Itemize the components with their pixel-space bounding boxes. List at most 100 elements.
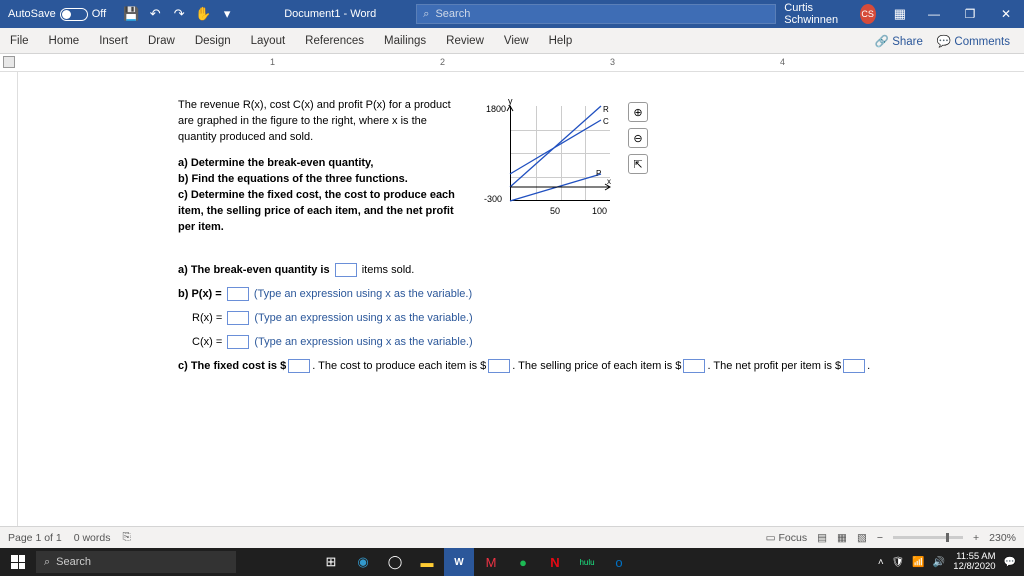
- tab-layout[interactable]: Layout: [241, 28, 296, 53]
- horizontal-ruler[interactable]: 1 2 3 4: [0, 54, 1024, 72]
- edge-icon[interactable]: ◉: [348, 548, 378, 576]
- redo-icon[interactable]: ↷: [172, 7, 186, 21]
- notifications-icon[interactable]: 💬: [1004, 557, 1016, 568]
- windows-icon: [11, 555, 25, 569]
- input-prod[interactable]: [488, 359, 510, 373]
- popout-icon[interactable]: ⇱: [628, 154, 648, 174]
- quick-access: 💾 ↶ ↷ ✋ ▾: [114, 7, 244, 21]
- input-break-even[interactable]: [335, 263, 357, 277]
- minimize-button[interactable]: ―: [916, 0, 952, 28]
- document-area: The revenue R(x), cost C(x) and profit P…: [0, 72, 1024, 542]
- zoom-out-btn[interactable]: −: [877, 532, 883, 544]
- input-sell[interactable]: [683, 359, 705, 373]
- series-c-label: C: [603, 117, 609, 126]
- zoom-level[interactable]: 230%: [989, 532, 1016, 544]
- focus-mode[interactable]: ▭ Focus: [766, 532, 807, 544]
- chart-svg: R C P x: [510, 106, 610, 201]
- spotify-icon[interactable]: ●: [508, 548, 538, 576]
- tab-mailings[interactable]: Mailings: [374, 28, 436, 53]
- security-icon[interactable]: 🛡: [892, 557, 905, 568]
- chart-tools: ⊕ ⊖ ⇱: [628, 98, 648, 174]
- zoom-in-icon[interactable]: ⊕: [628, 102, 648, 122]
- autosave-label: AutoSave: [8, 8, 56, 20]
- wifi-icon[interactable]: 📶: [912, 557, 924, 568]
- zoom-slider[interactable]: [893, 536, 963, 539]
- save-icon[interactable]: 💾: [124, 7, 138, 21]
- ruler-tick: 2: [440, 57, 445, 67]
- undo-icon[interactable]: ↶: [148, 7, 162, 21]
- web-layout-icon[interactable]: ▧: [857, 532, 867, 544]
- hulu-icon[interactable]: hulu: [572, 548, 602, 576]
- x-axis-label: x: [607, 177, 611, 186]
- close-button[interactable]: ✕: [988, 0, 1024, 28]
- tab-draw[interactable]: Draw: [138, 28, 185, 53]
- tab-references[interactable]: References: [295, 28, 374, 53]
- ruler-tick: 4: [780, 57, 785, 67]
- tray-chevron-icon[interactable]: ˄: [878, 557, 884, 568]
- tab-insert[interactable]: Insert: [89, 28, 138, 53]
- ruler-handle-icon[interactable]: [3, 56, 15, 68]
- ribbon-display-icon[interactable]: ▦: [894, 7, 906, 21]
- titlebar: AutoSave Off 💾 ↶ ↷ ✋ ▾ Document1 - Word …: [0, 0, 1024, 28]
- ruler-tick: 1: [270, 57, 275, 67]
- tab-file[interactable]: File: [0, 28, 39, 53]
- vertical-ruler[interactable]: [0, 72, 18, 542]
- input-fixed[interactable]: [288, 359, 310, 373]
- autosave-toggle[interactable]: AutoSave Off: [0, 8, 114, 21]
- gmail-icon[interactable]: M: [476, 548, 506, 576]
- word-count[interactable]: 0 words: [74, 532, 111, 544]
- series-p-label: P: [596, 169, 601, 178]
- proofing-icon[interactable]: ⎘: [122, 531, 130, 544]
- more-icon[interactable]: ▾: [220, 7, 234, 21]
- comments-button[interactable]: 💬 Comments: [937, 34, 1010, 48]
- tab-help[interactable]: Help: [539, 28, 583, 53]
- word-icon[interactable]: W: [444, 548, 474, 576]
- chart: y 1800 -300: [480, 98, 620, 218]
- tab-design[interactable]: Design: [185, 28, 241, 53]
- volume-icon[interactable]: 🔊: [933, 557, 945, 568]
- status-bar: Page 1 of 1 0 words ⎘ ▭ Focus ▤ ▦ ▧ − + …: [0, 526, 1024, 548]
- xtick-100: 100: [592, 206, 607, 216]
- share-button[interactable]: 🔗 Share: [875, 34, 923, 48]
- input-cx[interactable]: [227, 335, 249, 349]
- input-rx[interactable]: [227, 311, 249, 325]
- search-box[interactable]: ⌕ Search: [416, 4, 776, 24]
- xtick-50: 50: [550, 206, 560, 216]
- taskbar-search[interactable]: ⌕Search: [36, 551, 236, 573]
- search-icon: ⌕: [44, 556, 50, 569]
- input-px[interactable]: [227, 287, 249, 301]
- zoom-in-btn[interactable]: +: [973, 532, 979, 544]
- tab-home[interactable]: Home: [39, 28, 90, 53]
- touch-icon[interactable]: ✋: [196, 7, 210, 21]
- user-account[interactable]: Curtis Schwinnen CS: [776, 2, 883, 26]
- y-axis-label: y: [508, 96, 513, 106]
- ribbon-tabs: File Home Insert Draw Design Layout Refe…: [0, 28, 1024, 54]
- avatar: CS: [860, 4, 876, 24]
- tab-review[interactable]: Review: [436, 28, 494, 53]
- tab-view[interactable]: View: [494, 28, 539, 53]
- input-net[interactable]: [843, 359, 865, 373]
- answers-block: a) The break-even quantity is items sold…: [178, 258, 1024, 379]
- explorer-icon[interactable]: ▬: [412, 548, 442, 576]
- problem-text: The revenue R(x), cost C(x) and profit P…: [178, 98, 468, 236]
- ytick-bot: -300: [484, 194, 502, 204]
- start-button[interactable]: [0, 548, 36, 576]
- chrome-icon[interactable]: ◯: [380, 548, 410, 576]
- netflix-icon[interactable]: N: [540, 548, 570, 576]
- zoom-out-icon[interactable]: ⊖: [628, 128, 648, 148]
- ruler-tick: 3: [610, 57, 615, 67]
- read-mode-icon[interactable]: ▤: [817, 532, 827, 544]
- toggle-icon: [60, 8, 88, 21]
- series-r-label: R: [603, 105, 609, 114]
- clock[interactable]: 11:55 AM 12/8/2020: [953, 552, 995, 573]
- print-layout-icon[interactable]: ▦: [837, 532, 847, 544]
- document-title: Document1 - Word: [244, 8, 416, 20]
- page-content[interactable]: The revenue R(x), cost C(x) and profit P…: [18, 72, 1024, 542]
- page-indicator[interactable]: Page 1 of 1: [8, 532, 62, 544]
- task-view-icon[interactable]: ⊞: [316, 548, 346, 576]
- autosave-state: Off: [92, 8, 106, 20]
- window-controls: ― ❐ ✕: [916, 0, 1024, 28]
- outlook-icon[interactable]: o: [604, 548, 634, 576]
- user-name: Curtis Schwinnen: [784, 2, 853, 26]
- restore-button[interactable]: ❐: [952, 0, 988, 28]
